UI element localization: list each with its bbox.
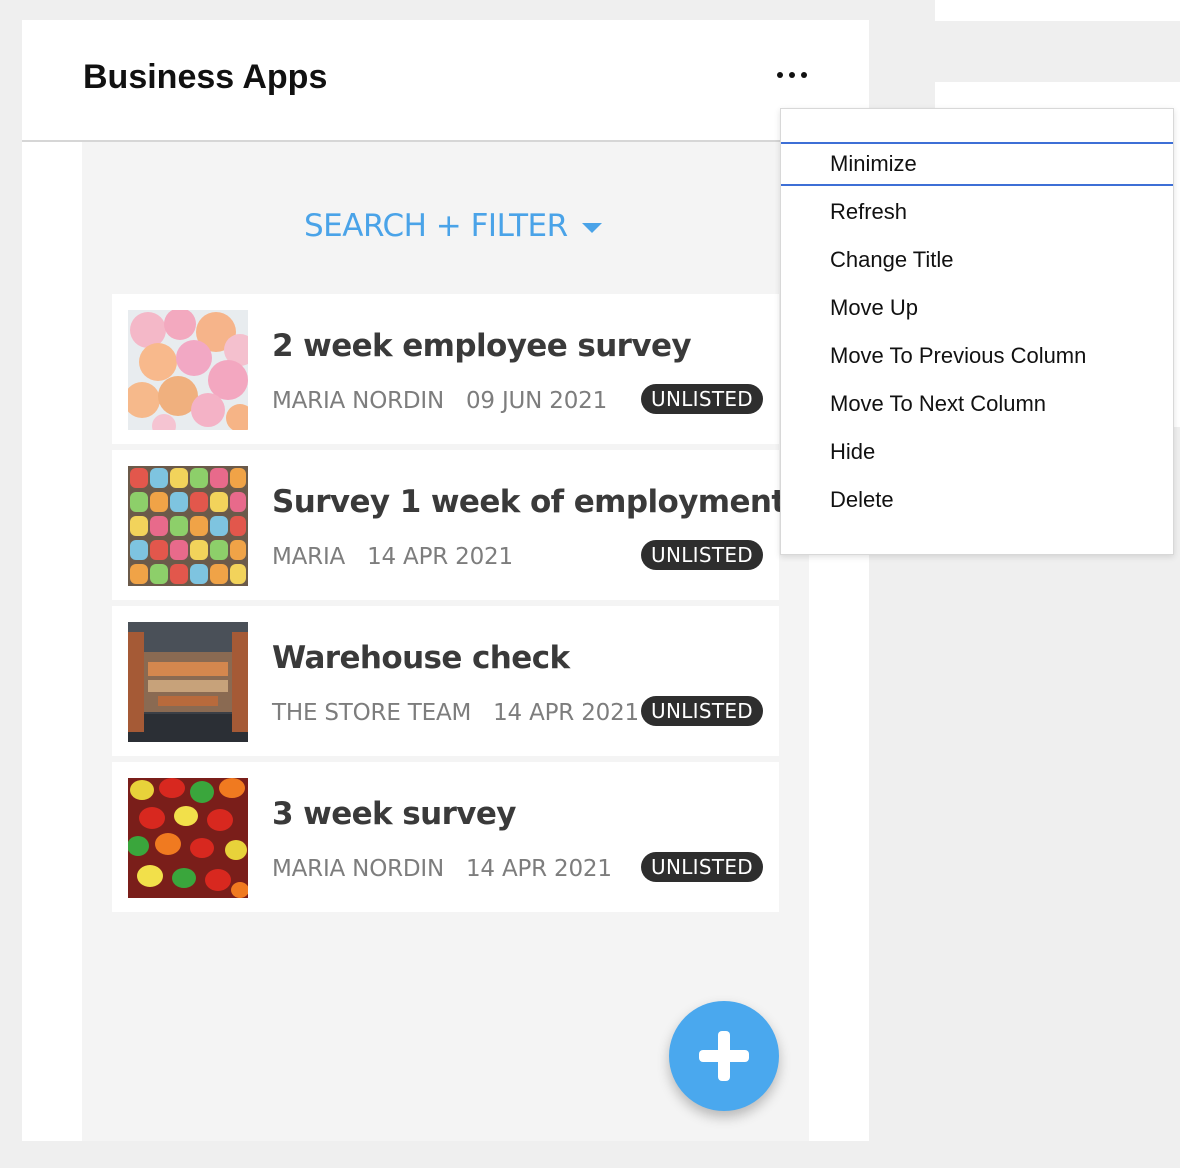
plus-icon [699,1031,749,1081]
menu-item-minimize[interactable]: Minimize [781,142,1173,186]
gummy-bears-pile-image [128,778,248,898]
status-badge: UNLISTED [641,540,763,570]
item-thumbnail [128,466,248,586]
background-panel-top [935,0,1180,21]
container-ship-image [128,622,248,742]
list-item[interactable]: 3 week survey MARIA NORDIN 14 APR 2021 UN… [112,762,779,912]
item-author: THE STORE TEAM [272,700,472,726]
item-author: MARIA [272,544,346,570]
panel-header: Business Apps [22,20,869,142]
item-date: 14 APR 2021 [493,700,639,726]
menu-item-move-to-previous-column[interactable]: Move To Previous Column [781,334,1173,378]
search-filter-label: SEARCH + FILTER [304,208,568,244]
item-thumbnail [128,310,248,430]
item-date: 09 JUN 2021 [465,388,608,414]
item-date: 14 APR 2021 [367,544,513,570]
menu-item-refresh[interactable]: Refresh [781,190,1173,234]
item-author: MARIA NORDIN [272,856,444,882]
menu-item-change-title[interactable]: Change Title [781,238,1173,282]
item-date: 14 APR 2021 [465,856,612,882]
item-meta: MARIA NORDIN 14 APR 2021 [272,856,612,882]
caret-down-icon [581,223,602,233]
options-menu: Minimize Refresh Change Title Move Up Mo… [780,108,1174,555]
item-title: Survey 1 week of employment [272,484,786,520]
item-meta: THE STORE TEAM 14 APR 2021 [272,700,639,726]
panel-body: SEARCH + FILTER 2 week employee survey M… [82,142,809,1141]
item-author: MARIA NORDIN [272,388,444,414]
item-meta: MARIA NORDIN 09 JUN 2021 [272,388,607,414]
status-badge: UNLISTED [641,696,763,726]
list-item[interactable]: Warehouse check THE STORE TEAM 14 APR 202… [112,606,779,756]
gummy-bears-grid-image [128,466,248,586]
item-thumbnail [128,622,248,742]
item-thumbnail [128,778,248,898]
more-horizontal-icon-dot [789,72,795,78]
status-badge: UNLISTED [641,384,763,414]
list-item[interactable]: Survey 1 week of employment MARIA 14 APR … [112,450,786,600]
apps-list: 2 week employee survey MARIA NORDIN 09 JU… [112,294,786,918]
add-app-button[interactable] [669,1001,779,1111]
search-filter-button[interactable]: SEARCH + FILTER [304,208,602,244]
more-horizontal-icon [777,72,783,78]
more-horizontal-icon-dot [801,72,807,78]
menu-item-hide[interactable]: Hide [781,430,1173,474]
list-item[interactable]: 2 week employee survey MARIA NORDIN 09 JU… [112,294,779,444]
item-meta: MARIA 14 APR 2021 [272,544,513,570]
more-options-button[interactable] [770,60,814,90]
item-title: 3 week survey [272,796,517,832]
menu-item-move-up[interactable]: Move Up [781,286,1173,330]
item-title: 2 week employee survey [272,328,692,364]
pink-orange-balloons-image [128,310,248,430]
menu-item-delete[interactable]: Delete [781,478,1173,522]
business-apps-panel: Business Apps SEARCH + FILTER 2 week emp… [22,20,869,1141]
status-badge: UNLISTED [641,852,763,882]
item-title: Warehouse check [272,640,570,676]
panel-title: Business Apps [83,58,328,96]
menu-item-move-to-next-column[interactable]: Move To Next Column [781,382,1173,426]
